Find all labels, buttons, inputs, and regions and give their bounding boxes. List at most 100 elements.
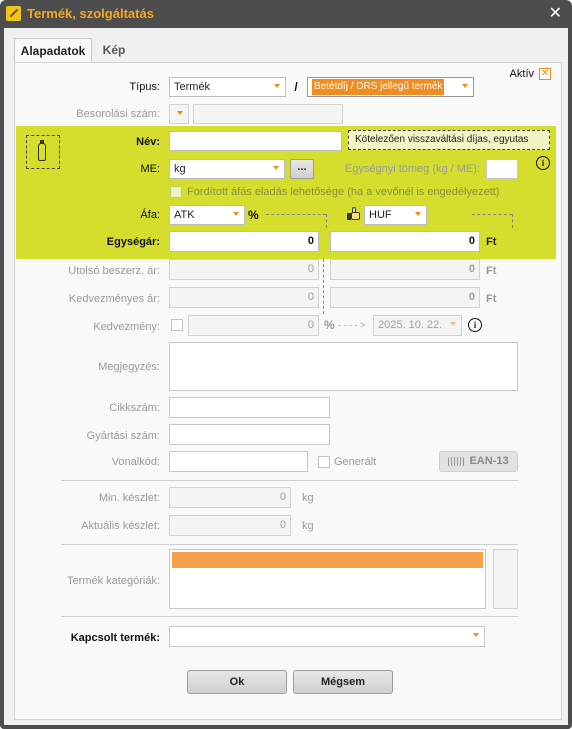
discount-date-value: 2025. 10. 22.	[378, 319, 443, 331]
current-stock-input: 0	[169, 515, 291, 536]
dialog-window: Termék, szolgáltatás ✕ Alapadatok Kép Ak…	[0, 0, 572, 729]
cancel-button[interactable]: Mégsem	[293, 670, 393, 694]
unit-weight-label: Egységnyi tömeg (kg / ME):	[344, 163, 480, 175]
type-value: Termék	[174, 81, 211, 93]
currency-value: HUF	[369, 209, 392, 221]
current-stock-label: Aktuális készlet:	[81, 520, 160, 532]
name-label: Név:	[136, 136, 160, 148]
min-stock-input: 0	[169, 487, 291, 508]
discount-checkbox[interactable]	[171, 319, 183, 331]
chevron-down-icon	[269, 161, 283, 175]
unit-label: ME:	[140, 163, 160, 175]
last-purchase-currency: Ft	[486, 265, 497, 277]
tab-kep[interactable]: Kép	[94, 38, 134, 62]
sku-label: Cikkszám:	[109, 402, 160, 414]
divider	[61, 544, 518, 545]
reverse-vat-checkbox	[170, 186, 182, 198]
category-row[interactable]	[172, 552, 483, 568]
barcode-label: Vonalkód:	[111, 456, 160, 468]
window-title: Termék, szolgáltatás	[27, 6, 154, 21]
dash-line	[326, 214, 327, 228]
type-label: Típus:	[129, 81, 160, 93]
dash-line	[323, 259, 324, 314]
categories-scrollbar[interactable]	[493, 549, 518, 609]
currency-select[interactable]: HUF	[364, 205, 427, 225]
vat-value: ATK	[174, 209, 195, 221]
barcode-icon	[448, 456, 465, 466]
vat-percent: %	[248, 208, 259, 222]
unit-price-currency: Ft	[486, 236, 497, 248]
categories-list[interactable]	[169, 549, 486, 609]
last-purchase-net-input: 0	[169, 259, 319, 280]
active-checkbox[interactable]: ✕	[539, 68, 551, 80]
serial-input[interactable]	[169, 424, 330, 445]
current-stock-unit: kg	[302, 520, 314, 532]
deposit-note: Kötelezően visszaváltási díjas, egyutas	[348, 130, 550, 150]
divider	[61, 480, 518, 481]
type-separator: /	[294, 80, 298, 94]
last-purchase-label: Utolsó beszerz. ár:	[68, 265, 160, 277]
discount-label: Kedvezmény:	[93, 321, 160, 333]
note-label: Megjegyzés:	[98, 361, 160, 373]
min-stock-label: Min. készlet:	[98, 492, 160, 504]
dash-line	[266, 214, 326, 215]
last-purchase-gross-input: 0	[330, 259, 480, 280]
type-select[interactable]: Termék	[169, 77, 286, 97]
edit-icon	[6, 6, 21, 21]
note-textarea[interactable]	[169, 342, 518, 391]
unit-price-gross-input[interactable]: 0	[330, 231, 480, 252]
linked-product-label: Kapcsolt termék:	[70, 632, 160, 644]
dash-line	[472, 214, 512, 215]
unit-price-label: Egységár:	[106, 236, 160, 248]
chevron-down-icon	[446, 317, 460, 331]
vat-label: Áfa:	[140, 209, 160, 221]
classification-picker-button	[169, 104, 189, 124]
discount-date-picker: 2025. 10. 22.	[373, 315, 462, 336]
chevron-down-icon	[469, 628, 483, 642]
info-icon[interactable]: i	[536, 156, 550, 170]
generated-checkbox[interactable]	[318, 456, 330, 468]
dash-line	[512, 214, 513, 228]
vat-select[interactable]: ATK	[169, 205, 245, 225]
chevron-down-icon	[458, 79, 472, 93]
ean13-label: EAN-13	[469, 455, 509, 467]
name-input[interactable]	[169, 131, 342, 151]
unit-select[interactable]: kg	[169, 159, 285, 179]
unit-value: kg	[174, 163, 186, 175]
linked-product-select[interactable]	[169, 626, 485, 647]
barcode-input[interactable]	[169, 451, 308, 472]
close-icon[interactable]: ✕	[549, 3, 562, 23]
categories-label: Termék kategóriák:	[67, 575, 160, 587]
min-stock-unit: kg	[302, 492, 314, 504]
unit-weight-input[interactable]	[486, 159, 518, 179]
ean13-button[interactable]: EAN-13	[439, 451, 518, 472]
subtype-select[interactable]: Betétdíj / DRS jellegű termék	[307, 77, 474, 97]
unit-more-button[interactable]: ...	[290, 159, 314, 179]
discount-arrow: - - - - >	[338, 320, 366, 330]
sku-input[interactable]	[169, 397, 330, 418]
classification-label: Besorolási szám:	[76, 108, 160, 120]
discount-percent-sign: %	[324, 318, 335, 332]
chevron-down-icon	[173, 106, 187, 120]
serial-label: Gyártási szám:	[86, 430, 160, 442]
unit-price-net-input[interactable]: 0	[169, 231, 319, 252]
title-bar[interactable]: Termék, szolgáltatás ✕	[0, 0, 572, 28]
discount-price-label: Kedvezményes ár:	[68, 293, 160, 305]
thumb-icon[interactable]	[346, 207, 360, 221]
discount-price-net-input: 0	[169, 287, 319, 308]
discount-percent-input: 0	[188, 315, 319, 336]
discount-price-currency: Ft	[486, 293, 497, 305]
divider	[61, 616, 518, 617]
info-icon[interactable]: i	[468, 318, 482, 332]
generated-label: Generált	[334, 456, 377, 468]
discount-price-gross-input: 0	[330, 287, 480, 308]
chevron-down-icon	[411, 207, 425, 221]
tab-alapadatok[interactable]: Alapadatok	[14, 38, 92, 63]
bottle-icon	[26, 135, 60, 169]
reverse-vat-label: Fordított áfás eladás lehetősége (ha a v…	[187, 186, 500, 198]
ok-button[interactable]: Ok	[187, 670, 287, 694]
classification-input	[193, 104, 343, 124]
subtype-value: Betétdíj / DRS jellegű termék	[312, 79, 445, 95]
price-section: Név: Kötelezően visszaváltási díjas, egy…	[16, 126, 556, 259]
active-label: Aktív	[509, 68, 534, 80]
